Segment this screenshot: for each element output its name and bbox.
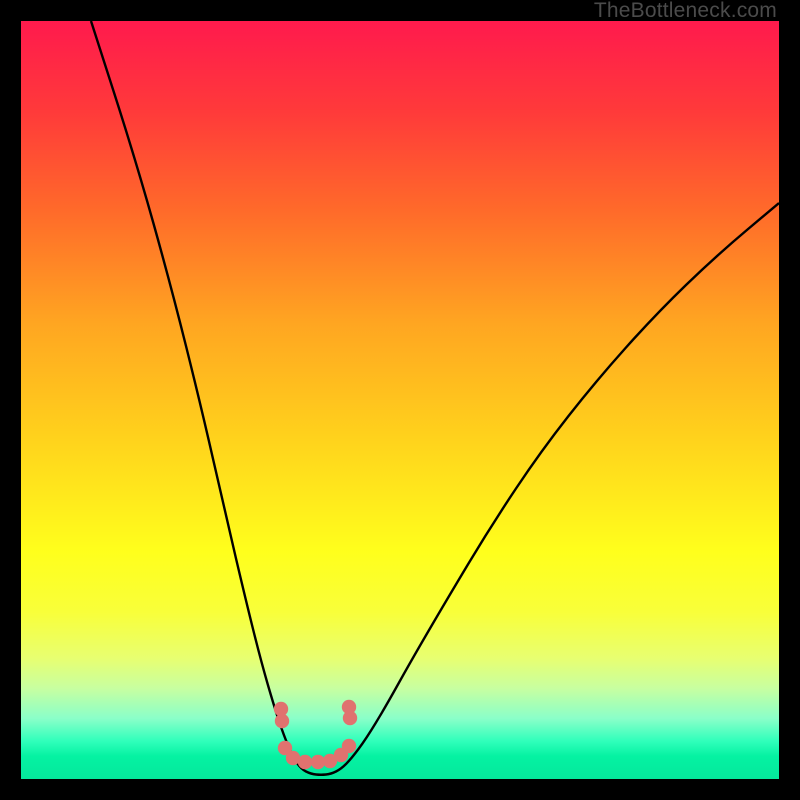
pink-dot (275, 714, 289, 728)
chart-frame: TheBottleneck.com (21, 0, 779, 779)
pink-dot (298, 755, 312, 769)
chart-svg (21, 21, 779, 779)
pink-dot (342, 739, 356, 753)
watermark-text: TheBottleneck.com (594, 0, 777, 23)
pink-dot (342, 700, 356, 714)
pink-dots-group (274, 700, 357, 769)
bottleneck-curve (91, 21, 779, 775)
plot-area (21, 21, 779, 779)
